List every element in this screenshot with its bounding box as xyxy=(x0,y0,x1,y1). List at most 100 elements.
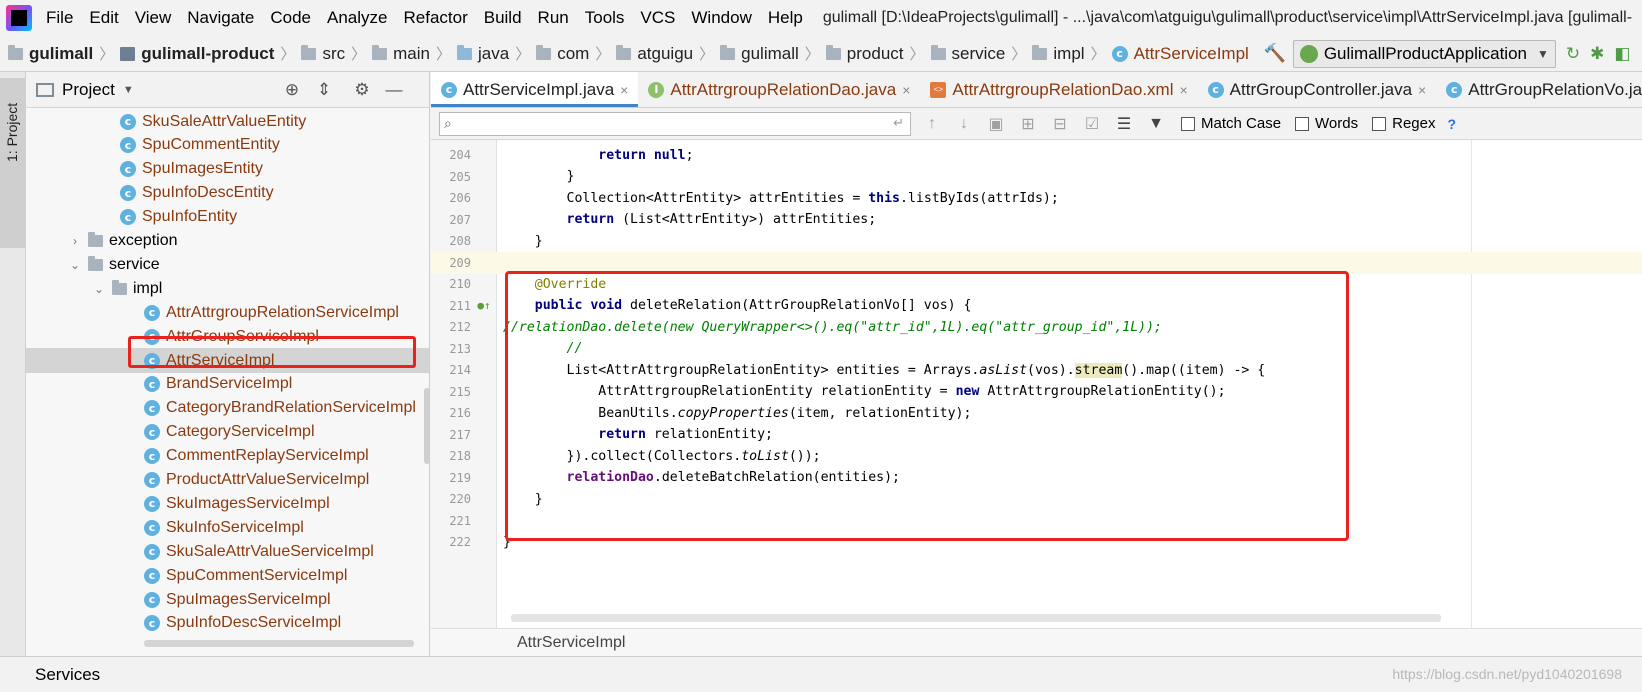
editor-tab[interactable]: c AttrGroupRelationVo.ja xyxy=(1436,72,1642,107)
tree-item[interactable]: c SkuSaleAttrValueServiceImpl xyxy=(26,539,429,564)
class-icon: c xyxy=(144,376,160,393)
breadcrumb-item[interactable]: src xyxy=(301,44,345,64)
newline-icon[interactable]: ↵ xyxy=(893,115,904,131)
tree-item[interactable]: c BrandServiceImpl xyxy=(26,372,429,397)
breadcrumb-item[interactable]: com xyxy=(536,44,589,64)
tree-item[interactable]: c AttrAttrgroupRelationServiceImpl xyxy=(26,300,429,325)
menu-run[interactable]: Run xyxy=(538,8,569,28)
tree-item[interactable]: c SpuImagesEntity xyxy=(26,157,429,182)
select-all-occurrences-icon[interactable]: ☑ xyxy=(1081,113,1103,135)
arrow-down-icon[interactable]: ↓ xyxy=(953,113,975,135)
menu-analyze[interactable]: Analyze xyxy=(327,8,387,28)
collapse-all-icon[interactable]: ⇕ xyxy=(314,80,334,100)
implements-method-icon[interactable]: ●↑ xyxy=(471,299,497,312)
tree-item[interactable]: c CategoryServiceImpl xyxy=(26,420,429,445)
breadcrumb-item[interactable]: gulimall xyxy=(720,44,799,64)
editor-breadcrumb-class[interactable]: AttrServiceImpl xyxy=(517,634,625,652)
tree-item[interactable]: ⌄ service xyxy=(26,252,429,277)
menu-file[interactable]: File xyxy=(46,8,73,28)
tree-item[interactable]: c CategoryBrandRelationServiceImpl xyxy=(26,396,429,421)
close-icon[interactable]: × xyxy=(902,82,910,98)
tree-item[interactable]: c SkuSaleAttrValueEntity xyxy=(26,109,429,134)
tree-item[interactable]: c SkuInfoServiceImpl xyxy=(26,515,429,540)
tree-item[interactable]: c SpuInfoEntity xyxy=(26,205,429,230)
menu-build[interactable]: Build xyxy=(484,8,522,28)
find-all-icon[interactable]: ▣ xyxy=(985,113,1007,135)
filter-icon[interactable]: ▼ xyxy=(1145,113,1167,135)
breadcrumb-item[interactable]: java xyxy=(457,44,509,64)
breadcrumb-item[interactable]: gulimall-product xyxy=(120,44,274,64)
add-occurrence-icon[interactable]: ⊞ xyxy=(1017,113,1039,135)
menu-edit[interactable]: Edit xyxy=(89,8,118,28)
editor-tab[interactable]: <> AttrAttrgroupRelationDao.xml × xyxy=(920,72,1197,107)
close-icon[interactable]: × xyxy=(1418,82,1426,98)
code-line[interactable]: 205 } xyxy=(431,166,1642,188)
breadcrumb-item[interactable]: product xyxy=(825,44,904,64)
regex-checkbox[interactable]: Regex xyxy=(1372,115,1435,132)
code-highlight-box xyxy=(505,271,1349,541)
breadcrumb-item[interactable]: gulimall xyxy=(8,44,93,64)
regex-help-link[interactable]: ? xyxy=(1447,116,1456,132)
menu-vcs[interactable]: VCS xyxy=(640,8,675,28)
project-tool-window-button[interactable]: 1: Project xyxy=(0,78,26,248)
breadcrumb-item[interactable]: main xyxy=(372,44,430,64)
tree-item[interactable]: › exception xyxy=(26,229,429,254)
filter-lines-icon[interactable]: ☰ xyxy=(1113,113,1135,135)
code-line[interactable]: 206 Collection<AttrEntity> attrEntities … xyxy=(431,187,1642,209)
close-icon[interactable]: × xyxy=(620,82,628,98)
chevron-down-icon[interactable]: ⌄ xyxy=(68,258,82,272)
breadcrumb-item[interactable]: c AttrServiceImpl xyxy=(1111,44,1249,64)
tree-item[interactable]: c CommentReplayServiceImpl xyxy=(26,444,429,469)
gear-icon[interactable]: ⚙ xyxy=(352,80,372,100)
arrow-up-icon[interactable]: ↑ xyxy=(921,113,943,135)
project-view-select[interactable]: Project xyxy=(62,80,115,100)
chevron-down-icon[interactable]: ▼ xyxy=(123,84,134,96)
tree-item[interactable]: ⌄ impl xyxy=(26,276,429,301)
search-icon[interactable]: ⌕ xyxy=(444,115,460,131)
editor-tab[interactable]: c AttrServiceImpl.java × xyxy=(431,72,639,107)
code-line[interactable]: 207 return (List<AttrEntity>) attrEntiti… xyxy=(431,209,1642,231)
menu-view[interactable]: View xyxy=(135,8,172,28)
tree-item[interactable]: c SpuInfoDescEntity xyxy=(26,181,429,206)
tree-item[interactable]: c SpuCommentServiceImpl xyxy=(26,563,429,588)
words-checkbox[interactable]: Words xyxy=(1295,115,1358,132)
rerun-icon[interactable]: ↻ xyxy=(1566,43,1580,65)
chevron-right-icon[interactable]: › xyxy=(68,234,82,248)
coverage-icon[interactable]: ◧ xyxy=(1614,43,1630,65)
breadcrumb-item[interactable]: service xyxy=(930,44,1005,64)
chevron-down-icon[interactable]: ⌄ xyxy=(92,282,106,296)
close-icon[interactable]: × xyxy=(1179,82,1187,98)
tree-item[interactable]: c SpuImagesServiceImpl xyxy=(26,587,429,612)
remove-occurrence-icon[interactable]: ⊟ xyxy=(1049,113,1071,135)
menu-help[interactable]: Help xyxy=(768,8,803,28)
horizontal-scrollbar[interactable] xyxy=(144,640,414,647)
code-line[interactable]: 204 return null; xyxy=(431,144,1642,166)
editor-breadcrumb[interactable]: AttrServiceImpl xyxy=(431,628,1642,656)
find-search-box[interactable]: ⌕ ↵ xyxy=(439,111,911,136)
tree-item[interactable]: c SkuImagesServiceImpl xyxy=(26,491,429,516)
menu-refactor[interactable]: Refactor xyxy=(403,8,467,28)
editor-horizontal-scrollbar[interactable] xyxy=(511,614,1441,622)
menu-tools[interactable]: Tools xyxy=(585,8,625,28)
vertical-scrollbar[interactable] xyxy=(424,388,429,464)
run-configuration-select[interactable]: GulimallProductApplication ▼ xyxy=(1292,39,1556,68)
menu-window[interactable]: Window xyxy=(691,8,751,28)
editor-tab[interactable]: c AttrGroupController.java × xyxy=(1198,72,1437,107)
match-case-checkbox[interactable]: Match Case xyxy=(1181,115,1281,132)
locate-target-icon[interactable]: ⊕ xyxy=(282,80,302,100)
breadcrumb-item[interactable]: atguigu xyxy=(616,44,693,64)
tree-item[interactable]: c SpuCommentEntity xyxy=(26,133,429,158)
tree-item[interactable]: c ProductAttrValueServiceImpl xyxy=(26,468,429,493)
editor-tab[interactable]: I AttrAttrgroupRelationDao.java × xyxy=(638,72,920,107)
menu-code[interactable]: Code xyxy=(270,8,311,28)
breadcrumb-item[interactable]: impl xyxy=(1032,44,1085,64)
code-line[interactable]: 208 } xyxy=(431,230,1642,252)
tree-item[interactable]: c SpuInfoDescServiceImpl xyxy=(26,611,429,636)
build-hammer-icon[interactable]: 🔨 xyxy=(1264,43,1286,64)
debug-bug-icon[interactable]: ✱ xyxy=(1590,43,1604,65)
services-label[interactable]: Services xyxy=(35,665,100,685)
find-input[interactable] xyxy=(464,112,884,135)
menu-items: File Edit View Navigate Code Analyze Refactor B… xyxy=(46,8,819,28)
minimize-icon[interactable]: — xyxy=(384,80,404,100)
menu-navigate[interactable]: Navigate xyxy=(187,8,254,28)
